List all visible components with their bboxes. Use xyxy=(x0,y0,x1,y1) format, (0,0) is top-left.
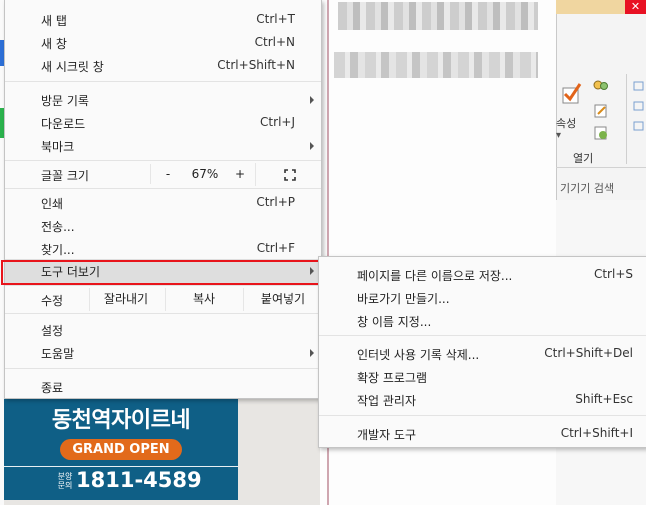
menu-item-downloads[interactable]: 다운로드 Ctrl+J xyxy=(5,111,321,134)
submenu-arrow-icon xyxy=(310,142,314,150)
menu-item-shortcut: Ctrl+J xyxy=(260,115,295,129)
ad-phone-number: 1811-4589 xyxy=(76,468,202,492)
browser-main-menu: 새 탭 Ctrl+T 새 창 Ctrl+N 새 시크릿 창 Ctrl+Shift… xyxy=(4,0,322,399)
menu-item-shortcut: Ctrl+Shift+I xyxy=(560,426,633,440)
menu-item-label: 인쇄 xyxy=(41,197,64,211)
ad-phone-label: 분양 문의 xyxy=(57,472,73,490)
menu-item-shortcut: Shift+Esc xyxy=(575,392,633,406)
menu-item-label: 바로가기 만들기... xyxy=(357,292,450,306)
menu-separator xyxy=(5,81,321,82)
menu-item-label: 작업 관리자 xyxy=(357,394,417,408)
menu-item-shortcut: Ctrl+Shift+Del xyxy=(544,346,633,360)
menu-item-label: 설정 xyxy=(41,324,64,338)
ribbon-properties-label[interactable]: 속성 xyxy=(556,115,576,131)
menu-item-incognito[interactable]: 새 시크릿 창 Ctrl+Shift+N xyxy=(5,54,321,77)
menu-item-extensions[interactable]: 확장 프로그램 xyxy=(319,365,646,388)
menu-item-developer-tools[interactable]: 개발자 도구 Ctrl+Shift+I xyxy=(319,422,646,445)
menu-item-new-window[interactable]: 새 창 Ctrl+N xyxy=(5,31,321,54)
ribbon-search-text[interactable]: 기기기 검색 xyxy=(560,180,614,196)
ribbon-group-label: 열기 xyxy=(573,152,594,165)
menu-item-label: 방문 기록 xyxy=(41,94,89,108)
menu-separator xyxy=(5,188,321,189)
menu-item-find[interactable]: 찾기... Ctrl+F xyxy=(5,237,321,260)
menu-item-label: 새 창 xyxy=(41,37,67,51)
menu-item-create-shortcut[interactable]: 바로가기 만들기... xyxy=(319,286,646,309)
ad-banner[interactable]: 동천역자이르네 GRAND OPEN 분양 문의 1811-4589 xyxy=(4,398,238,500)
zoom-out-button[interactable]: - xyxy=(150,164,185,184)
menu-item-label: 다운로드 xyxy=(41,117,86,131)
menu-item-exit[interactable]: 종료 xyxy=(5,375,321,398)
menu-item-help[interactable]: 도움말 xyxy=(5,341,321,364)
more-tools-submenu: 페이지를 다른 이름으로 저장... Ctrl+S 바로가기 만들기... 창 … xyxy=(318,256,646,448)
submenu-arrow-icon xyxy=(310,349,314,357)
submenu-arrow-icon xyxy=(310,96,314,104)
paste-button[interactable]: 붙여넣기 xyxy=(243,288,322,311)
edit-label: 수정 xyxy=(41,294,64,308)
ribbon-separator xyxy=(626,74,627,164)
menu-item-label: 새 시크릿 창 xyxy=(41,60,104,74)
menu-item-label: 찾기... xyxy=(41,243,75,257)
copy-button[interactable]: 복사 xyxy=(165,288,242,311)
menu-item-label: 종료 xyxy=(41,381,64,395)
cut-button[interactable]: 잘라내기 xyxy=(89,288,162,311)
menu-item-history[interactable]: 방문 기록 xyxy=(5,88,321,111)
highlight-box xyxy=(1,260,327,285)
menu-item-label: 페이지를 다른 이름으로 저장... xyxy=(357,269,513,283)
menu-item-print[interactable]: 인쇄 Ctrl+P xyxy=(5,191,321,214)
menu-item-clear-browsing-data[interactable]: 인터넷 사용 기록 삭제... Ctrl+Shift+Del xyxy=(319,342,646,365)
menu-item-task-manager[interactable]: 작업 관리자 Shift+Esc xyxy=(319,388,646,411)
zoom-in-button[interactable]: + xyxy=(225,164,255,184)
menu-item-shortcut: Ctrl+N xyxy=(254,35,295,49)
edit-icon xyxy=(594,104,607,118)
ribbon-small-icons xyxy=(633,81,644,131)
window-close-button[interactable]: ✕ xyxy=(625,0,646,14)
menu-separator xyxy=(5,285,321,286)
menu-item-label: 새 탭 xyxy=(41,14,67,28)
history-icon xyxy=(594,126,607,140)
menu-item-name-window[interactable]: 창 이름 지정... xyxy=(319,309,646,332)
users-icon xyxy=(593,80,608,90)
menu-item-settings[interactable]: 설정 xyxy=(5,318,321,341)
menu-item-shortcut: Ctrl+F xyxy=(256,241,295,255)
blurred-text-2 xyxy=(334,52,538,78)
fullscreen-icon xyxy=(284,169,296,181)
menu-separator xyxy=(319,335,646,336)
menu-item-save-page[interactable]: 페이지를 다른 이름으로 저장... Ctrl+S xyxy=(319,263,646,286)
menu-item-label: 북마크 xyxy=(41,140,75,154)
fullscreen-button[interactable] xyxy=(255,163,322,186)
menu-item-label: 개발자 도구 xyxy=(357,428,417,442)
menu-item-label: 인터넷 사용 기록 삭제... xyxy=(357,348,480,362)
ad-title: 동천역자이르네 xyxy=(51,408,191,433)
menu-item-shortcut: Ctrl+S xyxy=(593,267,633,281)
menu-item-cast[interactable]: 전송... xyxy=(5,214,321,237)
chevron-down-icon: ▾ xyxy=(556,130,562,141)
menu-separator xyxy=(5,313,321,314)
menu-item-bookmarks[interactable]: 북마크 xyxy=(5,134,321,157)
ad-divider xyxy=(4,466,238,467)
zoom-label: 글꼴 크기 xyxy=(41,169,89,183)
ribbon-divider xyxy=(556,167,646,168)
menu-item-shortcut: Ctrl+Shift+N xyxy=(217,58,295,72)
blurred-text-1 xyxy=(338,2,538,30)
menu-item-label: 창 이름 지정... xyxy=(357,315,432,329)
menu-separator xyxy=(5,368,321,369)
zoom-row: 글꼴 크기 - 67% + xyxy=(5,163,321,186)
menu-item-label: 확장 프로그램 xyxy=(357,371,428,385)
ad-badge: GRAND OPEN xyxy=(60,439,182,460)
menu-item-label: 전송... xyxy=(41,220,75,234)
menu-item-shortcut: Ctrl+P xyxy=(256,195,295,209)
menu-separator xyxy=(319,415,646,416)
check-icon xyxy=(562,83,582,104)
menu-item-label: 도움말 xyxy=(41,347,75,361)
zoom-level-value: 67% xyxy=(191,167,219,181)
edit-row: 수정 잘라내기 복사 붙여넣기 xyxy=(5,288,321,311)
menu-separator xyxy=(5,160,321,161)
menu-item-new-tab[interactable]: 새 탭 Ctrl+T xyxy=(5,8,321,31)
menu-item-shortcut: Ctrl+T xyxy=(256,12,295,26)
